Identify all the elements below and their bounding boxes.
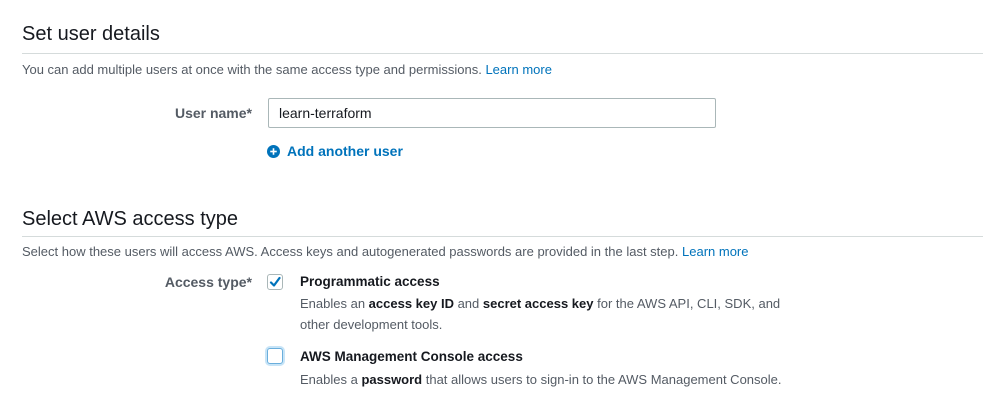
programmatic-access-description: Enables an access key ID and secret acce…: [300, 293, 780, 335]
access-type-label: Access type*: [164, 274, 252, 290]
desc-emphasis: password: [361, 372, 423, 387]
desc-text: for the AWS API, CLI, SDK, and: [593, 296, 781, 311]
learn-more-link[interactable]: Learn more: [682, 244, 748, 259]
section-title-access-type: Select AWS access type: [22, 208, 239, 230]
programmatic-access-checkbox[interactable]: [267, 274, 283, 290]
desc-text: other development tools.: [300, 317, 443, 332]
console-access-description: Enables a password that allows users to …: [300, 369, 782, 390]
user-name-input[interactable]: [268, 98, 716, 128]
desc-emphasis: secret access key: [482, 296, 594, 311]
plus-circle-icon: [267, 144, 280, 158]
access-type-description-text: Select how these users will access AWS. …: [22, 244, 679, 259]
access-type-description: Select how these users will access AWS. …: [22, 244, 748, 259]
desc-text: and: [453, 296, 483, 311]
add-another-user-button[interactable]: Add another user: [267, 143, 403, 159]
desc-text: Enables an: [300, 296, 369, 311]
user-details-description: You can add multiple users at once with …: [22, 62, 552, 77]
desc-text: Enables a: [300, 372, 362, 387]
section-divider: [22, 236, 983, 237]
checkmark-icon: [269, 276, 281, 287]
user-details-description-text: You can add multiple users at once with …: [22, 62, 482, 77]
programmatic-access-title: Programmatic access: [300, 274, 440, 289]
console-access-checkbox[interactable]: [267, 348, 283, 364]
console-access-title: AWS Management Console access: [300, 349, 523, 364]
section-title-user-details: Set user details: [22, 23, 160, 45]
section-divider: [22, 53, 983, 54]
desc-text: that allows users to sign-in to the AWS …: [422, 372, 782, 387]
user-name-label: User name*: [174, 105, 252, 121]
desc-emphasis: access key ID: [368, 296, 454, 311]
add-another-user-label: Add another user: [287, 143, 403, 159]
learn-more-link[interactable]: Learn more: [485, 62, 551, 77]
